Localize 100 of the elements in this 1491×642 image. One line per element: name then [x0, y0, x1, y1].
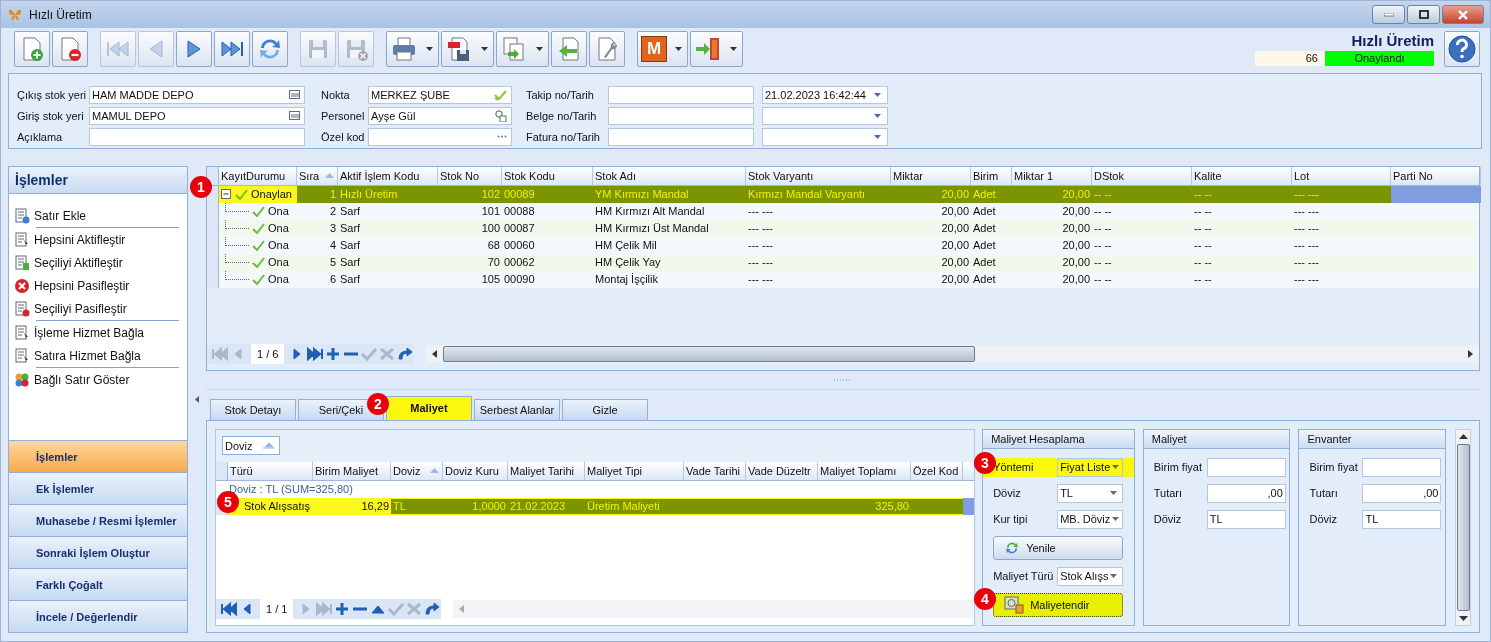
section-button[interactable]: Farklı Çoğalt [9, 568, 188, 600]
column-header[interactable]: KayıtDurumu [219, 167, 297, 185]
column-header[interactable]: Birim Maliyet [313, 461, 391, 480]
input-field[interactable] [368, 127, 512, 146]
import-button[interactable] [551, 31, 587, 67]
scrollbar-thumb[interactable] [1456, 443, 1470, 611]
column-header[interactable]: Maliyet Toplamı [818, 461, 911, 480]
tab[interactable]: Gizle [562, 398, 648, 420]
group-by-chip[interactable]: Doviz [222, 436, 280, 456]
sidebar-action[interactable]: Seçiliyi Aktifleştir [14, 251, 188, 274]
vertical-scrollbar[interactable] [1455, 428, 1471, 626]
sidebar-action[interactable]: İşleme Hizmet Bağla [14, 321, 188, 344]
input-field[interactable] [89, 127, 305, 146]
sidebar-action[interactable]: Satır Ekle [14, 204, 188, 227]
section-button[interactable]: İşlemler [9, 440, 188, 472]
input-field[interactable]: ,00 [1362, 483, 1442, 503]
tools-button[interactable] [589, 31, 625, 67]
input-field[interactable] [1206, 457, 1286, 477]
input-field[interactable] [608, 106, 754, 125]
dropdown-field[interactable]: TL [1057, 483, 1124, 503]
date-dropdown[interactable]: 21.02.2023 16:42:44 [762, 85, 888, 104]
column-header[interactable]: Stok Varyantı [746, 167, 891, 185]
table-cell-text: 68 [486, 238, 501, 253]
column-header[interactable]: Sıra [297, 167, 338, 185]
section-button[interactable]: İncele / Değerlendir [9, 600, 188, 632]
sidebar-action[interactable]: Bağlı Satır Göster [14, 368, 188, 391]
column-header[interactable]: Doviz [391, 461, 443, 480]
grid-row[interactable]: Ona 5 Sarf 70 00062 HM Çelik Yay --- --- 20,00 Adet 20,00 -- -- -- -- --- --- [207, 254, 1479, 271]
help-button[interactable] [1444, 31, 1480, 67]
sidebar-action[interactable]: Satıra Hizmet Bağla [14, 344, 188, 367]
scrollbar-thumb[interactable] [443, 346, 976, 363]
column-header[interactable]: Birim [971, 167, 1012, 185]
column-header[interactable]: Stok No [438, 167, 502, 185]
sidebar-action[interactable]: Hepsini Aktifleştir [14, 228, 188, 251]
table-cell-text: Kırmızı Mandal Varyantı [747, 187, 867, 202]
delete-button[interactable] [52, 31, 88, 67]
column-header[interactable]: Türü [228, 461, 313, 480]
tab[interactable]: Serbest Alanlar [474, 398, 560, 420]
dropdown-field[interactable]: Stok Alışs [1057, 566, 1124, 586]
column-header[interactable]: DStok [1092, 167, 1192, 185]
redo-icon[interactable] [396, 346, 415, 363]
field-label: Döviz [1309, 513, 1338, 526]
column-header[interactable]: Doviz Kuru [443, 461, 508, 480]
copy-button[interactable] [496, 31, 549, 67]
grid-row[interactable]: Ona 6 Sarf 105 00090 Montaj İşçilik --- --- 20,00 Adet 20,00 -- -- -- -- --- --- [207, 271, 1479, 288]
column-header[interactable]: Aktif İşlem Kodu [338, 167, 438, 185]
dropdown-field[interactable]: Fiyat Liste [1057, 457, 1124, 477]
column-header[interactable]: Stok Adı [593, 167, 746, 185]
sidebar-action[interactable]: Seçiliyi Pasifleştir [14, 297, 188, 320]
tab[interactable]: Maliyet [386, 395, 472, 420]
section-button[interactable]: Ek İşlemler [9, 472, 188, 504]
horizontal-scrollbar[interactable] [453, 600, 975, 618]
grid-row[interactable]: Ona 3 Sarf 100 00087 HM Kırmızı Üst Mandal --- --- 20,00 Adet 20,00 -- -- -- -- --- --- [207, 220, 1479, 237]
table-cell-text: 1,0000 [471, 498, 507, 514]
column-header[interactable]: Kalite [1192, 167, 1292, 185]
input-field[interactable]: TL [1206, 509, 1286, 529]
column-header[interactable]: Maliyet Tarihi [508, 461, 585, 480]
section-button[interactable]: Muhasebe / Resmi İşlemler [9, 504, 188, 536]
column-header[interactable]: Parti No [1391, 167, 1481, 185]
last-icon[interactable] [306, 346, 325, 363]
column-header[interactable]: Lot [1292, 167, 1391, 185]
input-field[interactable]: MERKEZ ŞUBE [368, 85, 512, 104]
column-header[interactable]: Özel Kod [911, 461, 963, 480]
column-header[interactable]: Stok Kodu [502, 167, 593, 185]
dropdown-field[interactable]: MB. Döviz [1057, 509, 1124, 529]
input-field[interactable]: HAM MADDE DEPO [89, 85, 305, 104]
table-cell-text: Ona [268, 221, 289, 236]
input-field[interactable]: MAMUL DEPO [89, 106, 305, 125]
action-button[interactable]: Maliyetendir [993, 592, 1124, 617]
pdf-button[interactable] [441, 31, 494, 67]
tab[interactable]: Stok Detayı [210, 398, 296, 420]
column-header[interactable]: Miktar [891, 167, 971, 185]
exit-button[interactable] [690, 31, 743, 67]
horizontal-scrollbar[interactable] [426, 345, 1479, 364]
input-field[interactable]: TL [1362, 509, 1442, 529]
column-header[interactable]: Maliyet Tipi [585, 461, 684, 480]
grid-row[interactable]: Onaylan 1 Hızlı Üretim 102 00089 YM Kırmızı Mandal Kırmızı Mandal Varyantı 20,00 Adet 20,00 -- -- -- -- --- --- [207, 186, 1479, 203]
input-field[interactable] [1362, 457, 1442, 477]
column-header[interactable]: Vade Düzeltr [746, 461, 818, 480]
maximize-button[interactable] [1407, 5, 1440, 24]
first-icon[interactable] [220, 601, 238, 617]
new-button[interactable] [14, 31, 50, 67]
redo-icon[interactable] [423, 601, 442, 617]
input-field[interactable]: ,00 [1206, 483, 1286, 503]
input-field[interactable] [608, 127, 754, 146]
grid-row[interactable]: Ona 2 Sarf 101 00088 HM Kırmızı Alt Mandal --- --- 20,00 Adet 20,00 -- -- -- -- --- --- [207, 203, 1479, 220]
close-button[interactable] [1442, 5, 1484, 24]
input-field[interactable] [608, 85, 754, 104]
input-field[interactable]: Ayşe Gül [368, 106, 512, 125]
column-header[interactable]: Vade Tarihi [684, 461, 746, 480]
collapse-toggle-icon[interactable] [221, 189, 232, 200]
column-header[interactable]: Miktar 1 [1012, 167, 1092, 185]
grid-row[interactable]: Ona 4 Sarf 68 00060 HM Çelik Mil --- --- 20,00 Adet 20,00 -- -- -- -- --- --- [207, 237, 1479, 254]
action-button[interactable]: Yenile [993, 535, 1124, 560]
next-button[interactable] [176, 31, 212, 67]
refresh-button[interactable] [252, 31, 288, 67]
print-button[interactable] [386, 31, 439, 67]
last-button[interactable] [214, 31, 250, 67]
section-button[interactable]: Sonraki İşlem Oluştur [9, 536, 188, 568]
sidebar-action[interactable]: Hepsini Pasifleştir [14, 274, 188, 297]
